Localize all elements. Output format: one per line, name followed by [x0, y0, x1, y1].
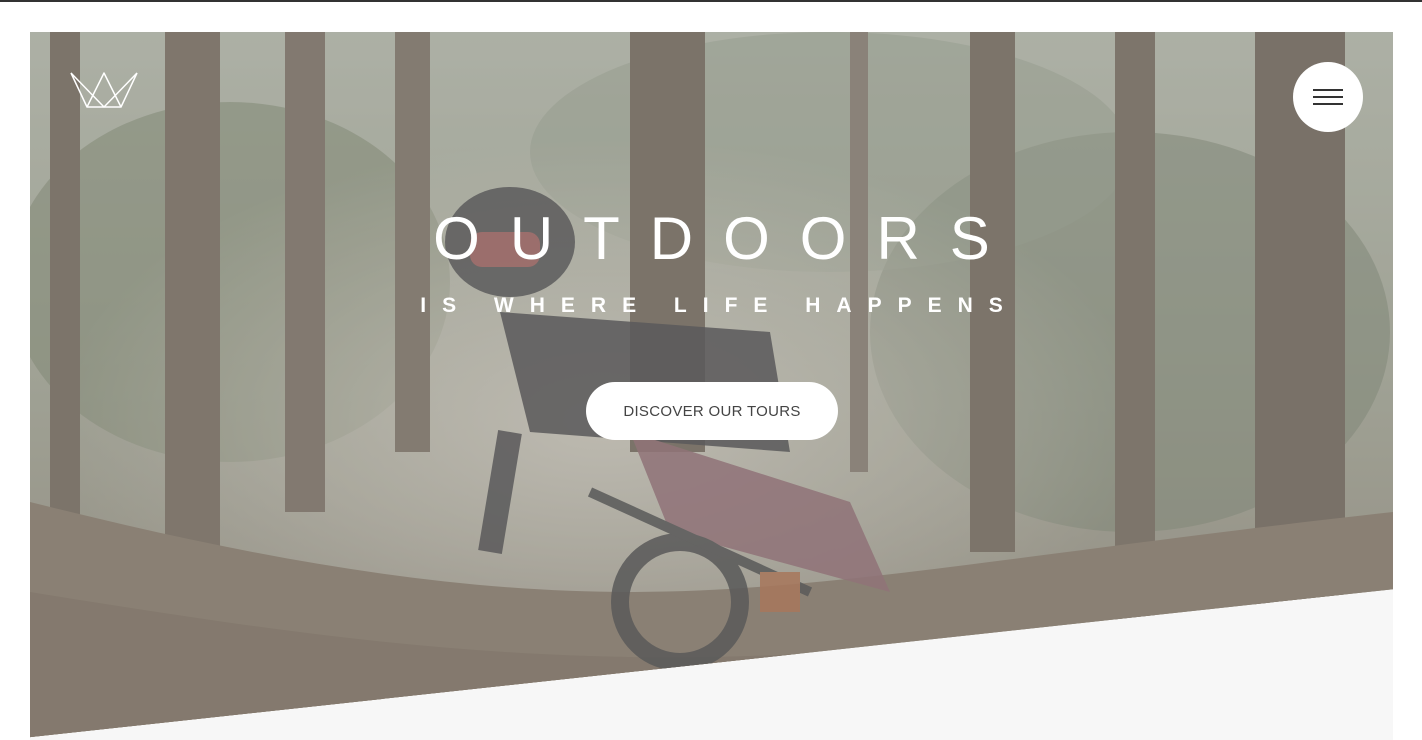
- hero-subtitle: IS WHERE LIFE HAPPENS: [420, 294, 1019, 317]
- hamburger-menu-icon: [1313, 89, 1343, 105]
- crown-logo-icon[interactable]: [70, 72, 138, 108]
- top-border: [0, 0, 1422, 2]
- menu-button[interactable]: [1293, 62, 1363, 132]
- hero-title: OUTDOORS: [433, 205, 1020, 272]
- discover-tours-button[interactable]: DISCOVER OUR TOURS: [586, 382, 838, 440]
